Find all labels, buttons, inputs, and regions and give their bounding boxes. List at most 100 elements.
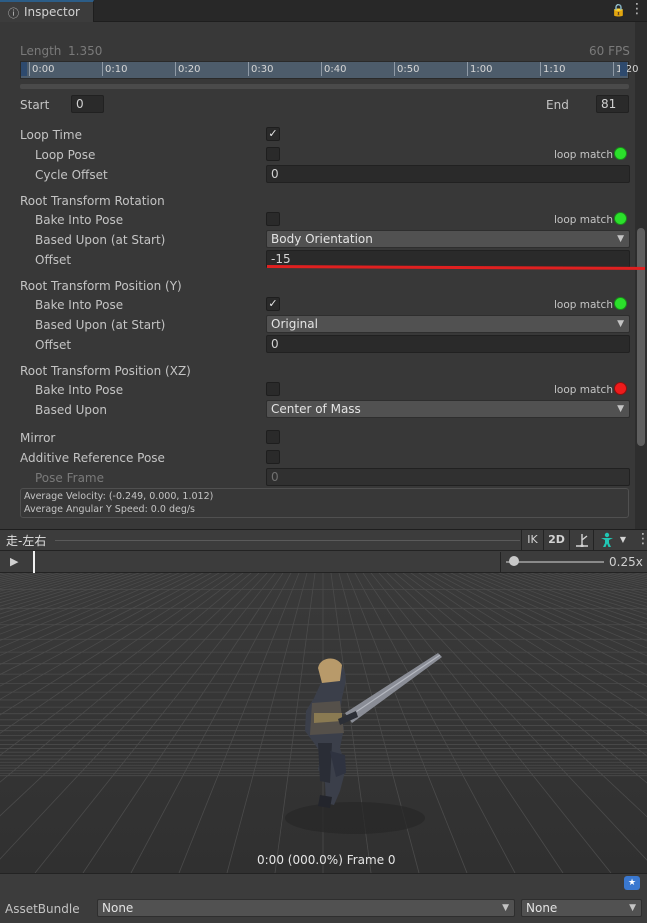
loop-time-checkbox[interactable]: ✓	[266, 127, 280, 141]
timeline-tick	[394, 62, 395, 76]
pose-frame-field: 0	[266, 468, 630, 486]
start-label: Start	[20, 98, 50, 112]
position-y-based-upon-dropdown[interactable]: Original ▼	[266, 315, 630, 333]
loop-match-label: loop match	[554, 384, 613, 396]
kebab-menu-icon[interactable]: ⋮	[630, 1, 644, 17]
position-y-bake-label: Bake Into Pose	[35, 298, 124, 312]
position-xz-bake-label: Bake Into Pose	[35, 383, 124, 397]
timeline-tick	[29, 62, 30, 76]
kebab-menu-icon[interactable]: ⋮	[636, 531, 647, 547]
pose-frame-label: Pose Frame	[35, 471, 104, 485]
loop-match-indicator	[614, 212, 627, 225]
dropdown-value: None	[102, 901, 134, 915]
motion-info-box: Average Velocity: (-0.249, 0.000, 1.012)…	[20, 488, 629, 518]
rotation-bake-checkbox[interactable]	[266, 212, 280, 226]
avatar-icon	[600, 532, 613, 547]
loop-time-label: Loop Time	[20, 128, 82, 142]
loop-match-label: loop match	[554, 149, 613, 161]
timeline-tick-label: 0:00	[32, 64, 55, 75]
asset-bundle-variant-dropdown[interactable]: None ▼	[521, 899, 642, 917]
asset-bundle-label: AssetBundle	[5, 902, 80, 916]
timeline-tick-label: 1:00	[470, 64, 493, 75]
cycle-offset-field[interactable]: 0	[266, 165, 630, 183]
end-field[interactable]: 81	[596, 95, 629, 113]
divider	[500, 552, 501, 572]
average-angular-speed-text: Average Angular Y Speed: 0.0 deg/s	[24, 504, 195, 515]
tab-inspector[interactable]: ⓘ Inspector	[0, 0, 94, 22]
position-xz-bake-checkbox[interactable]	[266, 382, 280, 396]
loop-match-label: loop match	[554, 299, 613, 311]
position-y-offset-label: Offset	[35, 338, 72, 352]
cycle-offset-label: Cycle Offset	[35, 168, 108, 182]
speed-slider-knob[interactable]	[509, 556, 519, 566]
timeline-tick	[321, 62, 322, 76]
rotation-based-upon-dropdown[interactable]: Body Orientation ▼	[266, 230, 630, 248]
animation-preview-viewport[interactable]	[0, 573, 647, 873]
chevron-down-icon: ▼	[629, 903, 636, 913]
chevron-down-icon: ▼	[617, 319, 624, 329]
ik-toggle-button[interactable]: IK	[521, 530, 543, 550]
timeline-tick-label: 0:30	[251, 64, 274, 75]
loop-pose-checkbox[interactable]	[266, 147, 280, 161]
position-xz-based-upon-dropdown[interactable]: Center of Mass ▼	[266, 400, 630, 418]
preview-divider	[55, 540, 520, 541]
dropdown-value: None	[526, 901, 558, 915]
rotation-based-upon-label: Based Upon (at Start)	[35, 233, 166, 247]
position-y-bake-checkbox[interactable]: ✓	[266, 297, 280, 311]
preview-clip-title: 走-左右	[6, 534, 47, 548]
start-field[interactable]: 0	[71, 95, 104, 113]
mirror-label: Mirror	[20, 431, 56, 445]
timeline-tick	[613, 62, 614, 76]
lock-icon[interactable]: 🔒	[611, 3, 626, 17]
loop-match-label: loop match	[554, 214, 613, 226]
pivot-icon[interactable]	[569, 530, 593, 550]
playhead-scrubber[interactable]	[33, 551, 35, 573]
additive-reference-pose-checkbox[interactable]	[266, 450, 280, 464]
dropdown-value: Center of Mass	[271, 402, 361, 416]
timeline-tick	[175, 62, 176, 76]
scrollbar-thumb[interactable]	[637, 228, 645, 446]
timeline-tick	[540, 62, 541, 76]
dropdown-value: Body Orientation	[271, 232, 373, 246]
timeline-end-handle[interactable]	[620, 62, 627, 76]
timeline-tick-label: 1:10	[543, 64, 566, 75]
position-y-offset-field[interactable]: 0	[266, 335, 630, 353]
tab-bar	[0, 0, 647, 22]
preview-grid-floor	[0, 573, 647, 873]
timeline-tick-label: 0:40	[324, 64, 347, 75]
2d-toggle-button[interactable]: 2D	[543, 530, 569, 550]
length-value: 1.350	[68, 44, 103, 58]
speed-slider-track[interactable]	[506, 561, 604, 563]
position-xz-based-upon-label: Based Upon	[35, 403, 107, 417]
chevron-down-icon: ▼	[619, 535, 626, 544]
play-icon[interactable]: ▶	[10, 555, 18, 568]
asset-bundle-name-dropdown[interactable]: None ▼	[97, 899, 515, 917]
chevron-down-icon: ▼	[617, 404, 624, 414]
chevron-down-icon: ▼	[617, 234, 624, 244]
loop-match-indicator	[614, 382, 627, 395]
root-position-y-title: Root Transform Position (Y)	[20, 279, 182, 293]
timeline-range-bar[interactable]	[20, 84, 629, 89]
average-velocity-text: Average Velocity: (-0.249, 0.000, 1.012)	[24, 491, 214, 502]
fps-label: 60 FPS	[589, 44, 630, 58]
length-label: Length	[20, 44, 62, 58]
timeline-start-handle[interactable]	[21, 62, 27, 76]
frame-readout: 0:00 (000.0%) Frame 0	[257, 853, 396, 867]
tag-icon[interactable]: ★	[624, 876, 640, 890]
root-position-xz-title: Root Transform Position (XZ)	[20, 364, 191, 378]
end-label: End	[546, 98, 569, 112]
loop-match-indicator	[614, 297, 627, 310]
dropdown-value: Original	[271, 317, 318, 331]
timeline-tick-label: 0:10	[105, 64, 128, 75]
rotation-offset-label: Offset	[35, 253, 72, 267]
avatar-preview-dropdown[interactable]: ▼	[593, 530, 629, 550]
root-rotation-title: Root Transform Rotation	[20, 194, 165, 208]
additive-reference-pose-label: Additive Reference Pose	[20, 451, 165, 465]
mirror-checkbox[interactable]	[266, 430, 280, 444]
rotation-bake-label: Bake Into Pose	[35, 213, 124, 227]
timeline-tick	[467, 62, 468, 76]
timeline-tick	[102, 62, 103, 76]
timeline-tick-label: 0:50	[397, 64, 420, 75]
loop-pose-label: Loop Pose	[35, 148, 96, 162]
chevron-down-icon: ▼	[502, 903, 509, 913]
